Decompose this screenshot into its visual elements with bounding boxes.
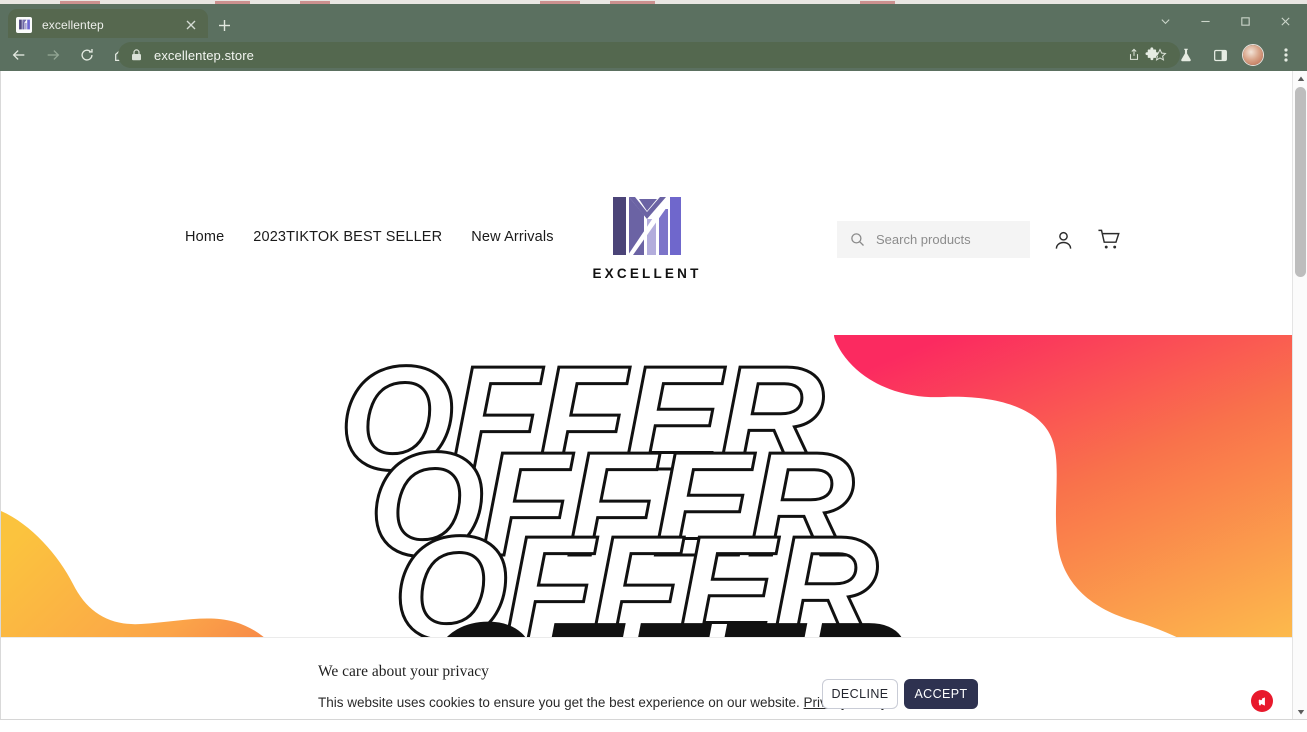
scrollbar-thumb[interactable] [1295,87,1306,277]
lock-icon [128,47,144,63]
three-dots-icon[interactable] [1273,42,1299,68]
site-header: Home 2023TIKTOK BEST SELLER New Arrivals [1,71,1294,281]
cookie-body-text: This website uses cookies to ensure you … [318,695,800,710]
side-panel-icon[interactable] [1207,42,1233,68]
account-icon[interactable] [1049,226,1077,254]
plus-icon[interactable] [212,13,236,37]
scroll-up-arrow[interactable] [1293,71,1307,86]
decline-button[interactable]: DECLINE [822,679,898,709]
tab-title: excellentep [42,17,104,32]
site-logo[interactable]: EXCELLENT [592,193,698,281]
cookie-consent-banner: We care about your privacy This website … [1,637,1294,719]
search-icon [849,232,865,248]
arrow-right-icon [38,41,68,69]
megaphone-icon [1258,696,1265,706]
cart-icon[interactable] [1095,226,1123,254]
browser-window: excellentep excellentep.store OFFER OFFE… [0,0,1307,732]
avatar [1243,45,1263,65]
close-icon[interactable] [182,16,200,34]
page-scrollbar[interactable] [1292,71,1307,719]
cookie-body: This website uses cookies to ensure you … [318,695,888,710]
tab-strip: excellentep [0,4,1307,40]
browser-toolbar: excellentep.store [0,38,1307,71]
minimize-icon[interactable] [1185,6,1225,36]
page-viewport: OFFER OFFER OFFER OFFER Home 2023TIKTOK … [0,71,1307,719]
arrow-left-icon[interactable] [4,41,34,69]
puzzle-icon[interactable] [1139,42,1165,68]
chevron-down-icon[interactable] [1145,6,1185,36]
brand-name: EXCELLENT [592,266,702,281]
nav-link-new-arrivals[interactable]: New Arrivals [471,229,553,245]
reload-icon[interactable] [72,41,102,69]
primary-nav: Home 2023TIKTOK BEST SELLER New Arrivals [185,229,554,245]
search-box[interactable] [837,221,1030,258]
url-text: excellentep.store [154,47,254,63]
window-controls [1145,6,1305,36]
profile-avatar[interactable] [1242,44,1264,66]
maximize-icon[interactable] [1225,6,1265,36]
nav-link-best-seller[interactable]: 2023TIKTOK BEST SELLER [253,229,442,245]
cookie-title: We care about your privacy [318,663,489,680]
window-bottom-edge [0,719,1307,732]
flask-icon[interactable] [1173,42,1199,68]
scroll-down-arrow[interactable] [1293,704,1307,719]
excellent-logo-icon [611,193,683,259]
nav-link-home[interactable]: Home [185,229,224,245]
search-input[interactable] [876,232,1018,247]
browser-tab[interactable]: excellentep [8,9,208,40]
close-icon[interactable] [1265,6,1305,36]
excellent-logo-icon [16,16,32,33]
toolbar-actions [1135,41,1303,69]
accept-button[interactable]: ACCEPT [904,679,978,709]
address-bar[interactable]: excellentep.store [118,42,1180,68]
support-widget[interactable] [1251,690,1273,712]
